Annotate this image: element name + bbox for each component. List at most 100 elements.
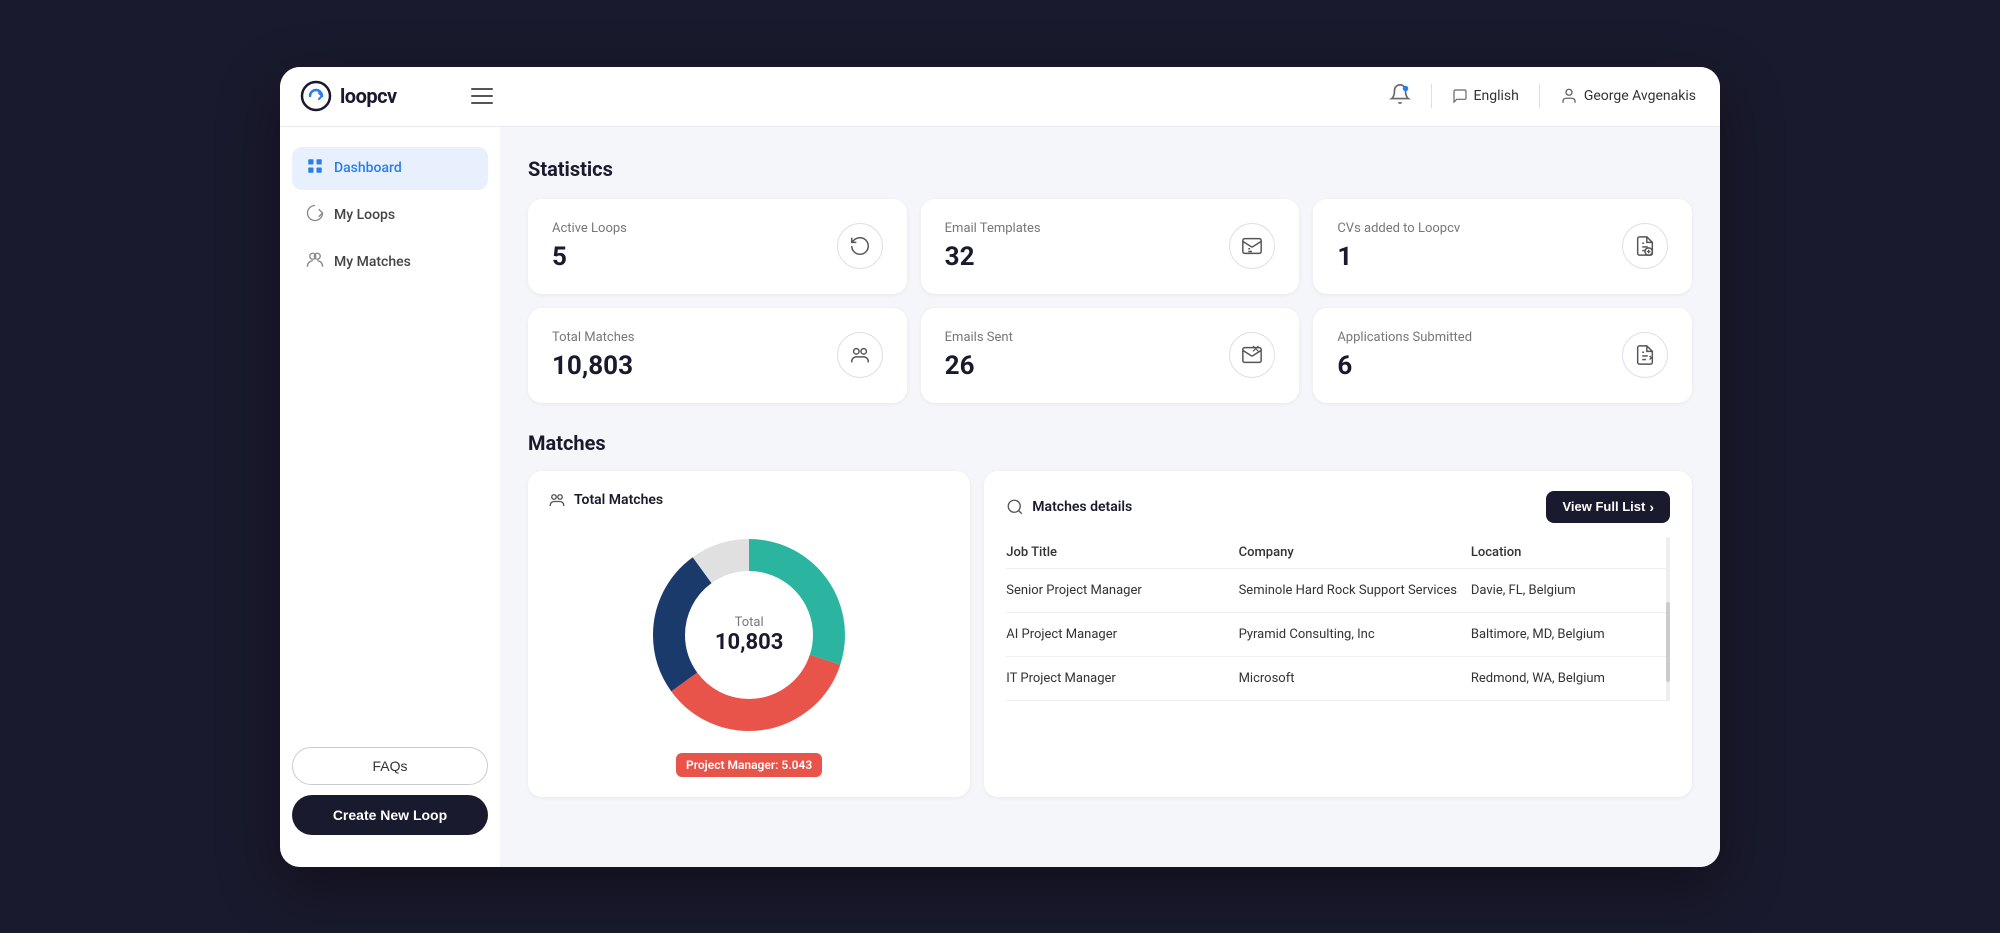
faqs-button[interactable]: FAQs [292, 747, 488, 785]
table-row: IT Project Manager Microsoft Redmond, WA… [1006, 657, 1670, 701]
hamburger-line-2 [471, 95, 493, 97]
row-0-job-title: Senior Project Manager [1006, 583, 1238, 598]
email-templates-value: 32 [945, 242, 1041, 272]
row-2-location: Redmond, WA, Belgium [1471, 671, 1670, 686]
table-header: Job Title Company Location [1006, 537, 1670, 569]
total-matches-value: 10,803 [552, 351, 635, 381]
row-1-company: Pyramid Consulting, Inc [1239, 627, 1471, 642]
notification-bell-icon[interactable] [1389, 83, 1411, 110]
chat-icon [1452, 88, 1468, 104]
my-matches-label: My Matches [334, 254, 411, 270]
my-loops-label: My Loops [334, 207, 395, 223]
matches-nav-icon [306, 251, 324, 274]
col-company-header: Company [1239, 545, 1471, 560]
nav-right: English George Avgenakis [1389, 83, 1696, 110]
applications-submitted-value: 6 [1337, 351, 1472, 381]
applications-submitted-icon [1622, 332, 1668, 378]
donut-chart: Total 10,803 [639, 525, 859, 745]
stat-info-active-loops: Active Loops 5 [552, 221, 627, 272]
hamburger-line-3 [471, 102, 493, 104]
sidebar-item-dashboard[interactable]: Dashboard [292, 147, 488, 190]
scrollbar[interactable] [1666, 537, 1670, 701]
sidebar-item-my-matches[interactable]: My Matches [292, 241, 488, 284]
stat-info-applications-submitted: Applications Submitted 6 [1337, 330, 1472, 381]
logo-area: loopcv [300, 80, 455, 112]
hamburger-line-1 [471, 88, 493, 90]
row-2-company: Microsoft [1239, 671, 1471, 686]
cvs-added-label: CVs added to Loopcv [1337, 221, 1460, 236]
stat-info-total-matches: Total Matches 10,803 [552, 330, 635, 381]
row-1-job-title: AI Project Manager [1006, 627, 1238, 642]
email-templates-icon [1229, 223, 1275, 269]
nav-divider-2 [1539, 84, 1540, 108]
dashboard-icon [306, 157, 324, 180]
user-menu[interactable]: George Avgenakis [1560, 87, 1696, 105]
sidebar-nav: Dashboard My Loops [280, 147, 500, 735]
donut-legend: Project Manager: 5.043 [676, 753, 822, 777]
matches-details-card: Matches details View Full List › Job Tit… [984, 471, 1692, 797]
app-container: loopcv English [280, 67, 1720, 867]
nav-divider-1 [1431, 84, 1432, 108]
stat-info-cvs-added: CVs added to Loopcv 1 [1337, 221, 1460, 272]
matches-section-title: Matches [528, 431, 1692, 455]
logo-text: loopcv [340, 84, 397, 108]
main-layout: Dashboard My Loops [280, 127, 1720, 867]
table-row: AI Project Manager Pyramid Consulting, I… [1006, 613, 1670, 657]
donut-card-title-text: Total Matches [574, 492, 663, 508]
applications-submitted-label: Applications Submitted [1337, 330, 1472, 345]
language-label: English [1474, 88, 1519, 104]
total-matches-icon [837, 332, 883, 378]
content-area: Statistics Active Loops 5 [500, 127, 1720, 867]
stat-card-active-loops: Active Loops 5 [528, 199, 907, 294]
create-loop-button[interactable]: Create New Loop [292, 795, 488, 835]
stat-card-total-matches: Total Matches 10,803 [528, 308, 907, 403]
sidebar: Dashboard My Loops [280, 127, 500, 867]
search-icon [1006, 498, 1024, 516]
cvs-added-value: 1 [1337, 242, 1460, 272]
details-title-text: Matches details [1032, 499, 1132, 515]
emails-sent-label: Emails Sent [945, 330, 1013, 345]
donut-center: Total 10,803 [715, 615, 784, 655]
table-row: Senior Project Manager Seminole Hard Roc… [1006, 569, 1670, 613]
sidebar-item-my-loops[interactable]: My Loops [292, 194, 488, 237]
sidebar-bottom: FAQs Create New Loop [280, 735, 500, 847]
stat-card-cvs-added: CVs added to Loopcv 1 [1313, 199, 1692, 294]
col-job-title-header: Job Title [1006, 545, 1238, 560]
details-title: Matches details [1006, 498, 1132, 516]
cvs-added-icon [1622, 223, 1668, 269]
dashboard-label: Dashboard [334, 160, 402, 176]
logo-icon [300, 80, 332, 112]
row-0-company: Seminole Hard Rock Support Services [1239, 583, 1471, 598]
total-matches-label: Total Matches [552, 330, 635, 345]
hamburger-button[interactable] [463, 80, 501, 112]
user-name-label: George Avgenakis [1584, 88, 1696, 104]
donut-center-value: 10,803 [715, 630, 784, 655]
row-0-location: Davie, FL, Belgium [1471, 583, 1670, 598]
scrollbar-thumb [1666, 602, 1670, 682]
active-loops-icon [837, 223, 883, 269]
loops-icon [306, 204, 324, 227]
emails-sent-value: 26 [945, 351, 1013, 381]
donut-container: Total 10,803 Project Manager: 5.043 [548, 525, 950, 777]
chevron-right-icon: › [1649, 499, 1654, 515]
active-loops-label: Active Loops [552, 221, 627, 236]
total-matches-card-icon [548, 491, 566, 509]
row-1-location: Baltimore, MD, Belgium [1471, 627, 1670, 642]
emails-sent-icon [1229, 332, 1275, 378]
statistics-title: Statistics [528, 157, 1692, 181]
donut-card-header: Total Matches [548, 491, 950, 509]
matches-grid: Total Matches [528, 471, 1692, 797]
view-full-list-label: View Full List [1562, 499, 1645, 514]
top-nav: loopcv English [280, 67, 1720, 127]
user-icon [1560, 87, 1578, 105]
stat-card-applications-submitted: Applications Submitted 6 [1313, 308, 1692, 403]
row-2-job-title: IT Project Manager [1006, 671, 1238, 686]
donut-card: Total Matches [528, 471, 970, 797]
details-header: Matches details View Full List › [1006, 491, 1670, 523]
stat-card-email-templates: Email Templates 32 [921, 199, 1300, 294]
donut-center-label: Total [715, 615, 784, 630]
view-full-list-button[interactable]: View Full List › [1546, 491, 1670, 523]
language-selector[interactable]: English [1452, 88, 1519, 104]
stat-card-emails-sent: Emails Sent 26 [921, 308, 1300, 403]
active-loops-value: 5 [552, 242, 627, 272]
